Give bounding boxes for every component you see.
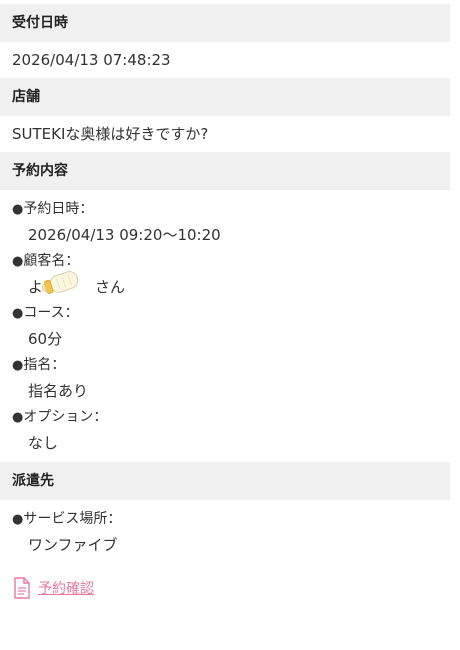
section-header-store: 店舗: [0, 78, 450, 116]
baby-bottle-icon: [41, 271, 79, 294]
reservation-detail: 受付日時 2026/04/13 07:48:23 店舗 SUTEKIな奥様は好き…: [0, 4, 450, 602]
store-name: SUTEKIな奥様は好きですか?: [12, 125, 209, 143]
item-service-location: ●サービス場所： ワンファイブ: [0, 506, 450, 558]
bullet: ●: [12, 512, 24, 527]
bullet: ●: [12, 358, 24, 373]
item-label: コース：: [23, 305, 79, 321]
item-value: ワンファイブ: [28, 536, 118, 554]
reservation-confirm-row: 予約確認: [0, 564, 450, 602]
dispatch-items: ●サービス場所： ワンファイブ: [0, 500, 450, 564]
customer-name-suffix: さん: [95, 278, 126, 296]
section-header-dispatch: 派遣先: [0, 462, 450, 500]
item-reservation-datetime: ●予約日時： 2026/04/13 09:20〜10:20: [0, 196, 450, 248]
section-header-reservation: 予約内容: [0, 152, 450, 190]
item-nomination: ●指名： 指名あり: [0, 352, 450, 404]
item-value: 指名あり: [28, 382, 89, 400]
bullet: ●: [12, 202, 24, 217]
customer-name-masked: よさん: [28, 271, 126, 300]
item-option: ●オプション： なし: [0, 404, 450, 456]
reservation-items: ●予約日時： 2026/04/13 09:20〜10:20 ●顧客名： よさん: [0, 190, 450, 462]
bullet: ●: [12, 254, 24, 269]
item-label: オプション：: [23, 409, 108, 425]
item-value: なし: [28, 434, 59, 452]
item-label: 顧客名：: [23, 253, 80, 269]
item-value: 2026/04/13 09:20〜10:20: [28, 226, 221, 244]
bullet: ●: [12, 410, 24, 425]
item-label: 予約日時：: [23, 201, 94, 217]
item-course: ●コース： 60分: [0, 300, 450, 352]
reception-datetime: 2026/04/13 07:48:23: [12, 51, 171, 69]
item-label: サービス場所：: [23, 511, 122, 527]
item-value: 60分: [28, 330, 63, 348]
document-icon: [14, 577, 30, 599]
item-label: 指名：: [23, 357, 66, 373]
section-header-reception: 受付日時: [0, 4, 450, 42]
bullet: ●: [12, 306, 24, 321]
reservation-confirm-link[interactable]: 予約確認: [38, 578, 94, 598]
item-customer-name: ●顧客名： よさん: [0, 248, 450, 300]
